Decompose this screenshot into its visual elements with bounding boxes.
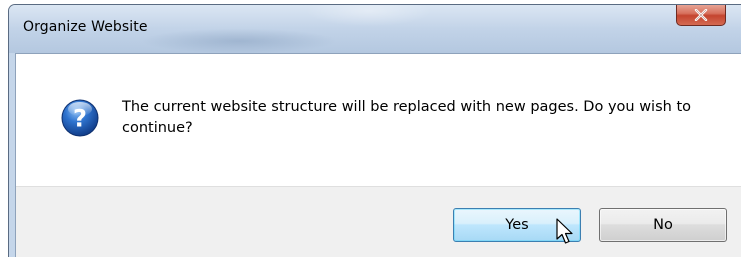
dialog-content: ? The current website structure will be …	[15, 53, 741, 257]
button-bar: Yes No	[16, 186, 741, 257]
close-button[interactable]	[676, 5, 726, 26]
mouse-pointer-icon	[556, 218, 573, 244]
no-button[interactable]: No	[599, 208, 727, 242]
window-title: Organize Website	[23, 19, 148, 35]
question-icon: ?	[61, 99, 99, 137]
title-bar[interactable]: Organize Website	[9, 5, 741, 53]
svg-text:?: ?	[73, 105, 87, 133]
close-x-icon	[694, 8, 708, 21]
message-area: ? The current website structure will be …	[16, 54, 741, 186]
organize-website-dialog: Organize Website ? The current website s…	[8, 4, 741, 257]
message-text: The current website structure will be re…	[122, 99, 691, 136]
